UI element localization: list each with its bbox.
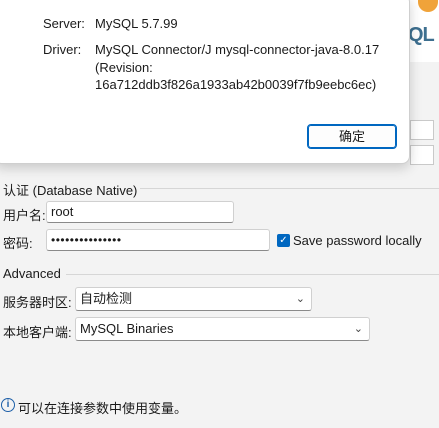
advanced-section-title: Advanced: [3, 266, 61, 281]
password-value: •••••••••••••••: [51, 233, 122, 247]
chevron-down-icon: ⌄: [353, 323, 363, 335]
mysql-logo-text: QL: [408, 24, 435, 46]
save-password-checkbox[interactable]: ✓: [277, 234, 290, 247]
server-label: Server:: [43, 16, 85, 31]
username-label: 用户名:: [3, 208, 46, 223]
chevron-down-icon: ⌄: [295, 293, 305, 305]
advanced-divider: [66, 274, 439, 275]
ok-button[interactable]: 确定: [307, 124, 397, 149]
client-value: MySQL Binaries: [80, 321, 174, 336]
driver-label: Driver:: [43, 42, 82, 57]
password-label: 密码:: [3, 236, 33, 251]
timezone-label: 服务器时区:: [3, 295, 72, 310]
info-icon: i: [1, 398, 15, 412]
driver-value-line2: (Revision:: [95, 60, 153, 75]
timezone-select[interactable]: 自动检测 ⌄: [75, 287, 312, 311]
auth-section-title: 认证 (Database Native): [3, 183, 138, 198]
driver-value-line1: MySQL Connector/J mysql-connector-java-8…: [95, 42, 380, 57]
side-panel-field: [410, 120, 434, 140]
auth-divider: [140, 188, 439, 189]
checkmark-icon: ✓: [279, 235, 288, 246]
save-password-label[interactable]: Save password locally: [293, 233, 422, 248]
username-input[interactable]: root: [46, 201, 234, 223]
driver-value-line3: 16a712ddb3f826a1933ab42b0039f7fb9eebc6ec…: [95, 77, 377, 92]
side-panel-field: [410, 145, 434, 165]
server-value: MySQL 5.7.99: [95, 16, 178, 31]
client-select[interactable]: MySQL Binaries ⌄: [75, 317, 370, 341]
client-label: 本地客户端:: [3, 325, 72, 340]
info-text: 可以在连接参数中使用变量。: [18, 401, 188, 416]
password-input[interactable]: •••••••••••••••: [46, 229, 270, 251]
timezone-value: 自动检测: [80, 291, 133, 306]
username-value: root: [51, 204, 74, 219]
